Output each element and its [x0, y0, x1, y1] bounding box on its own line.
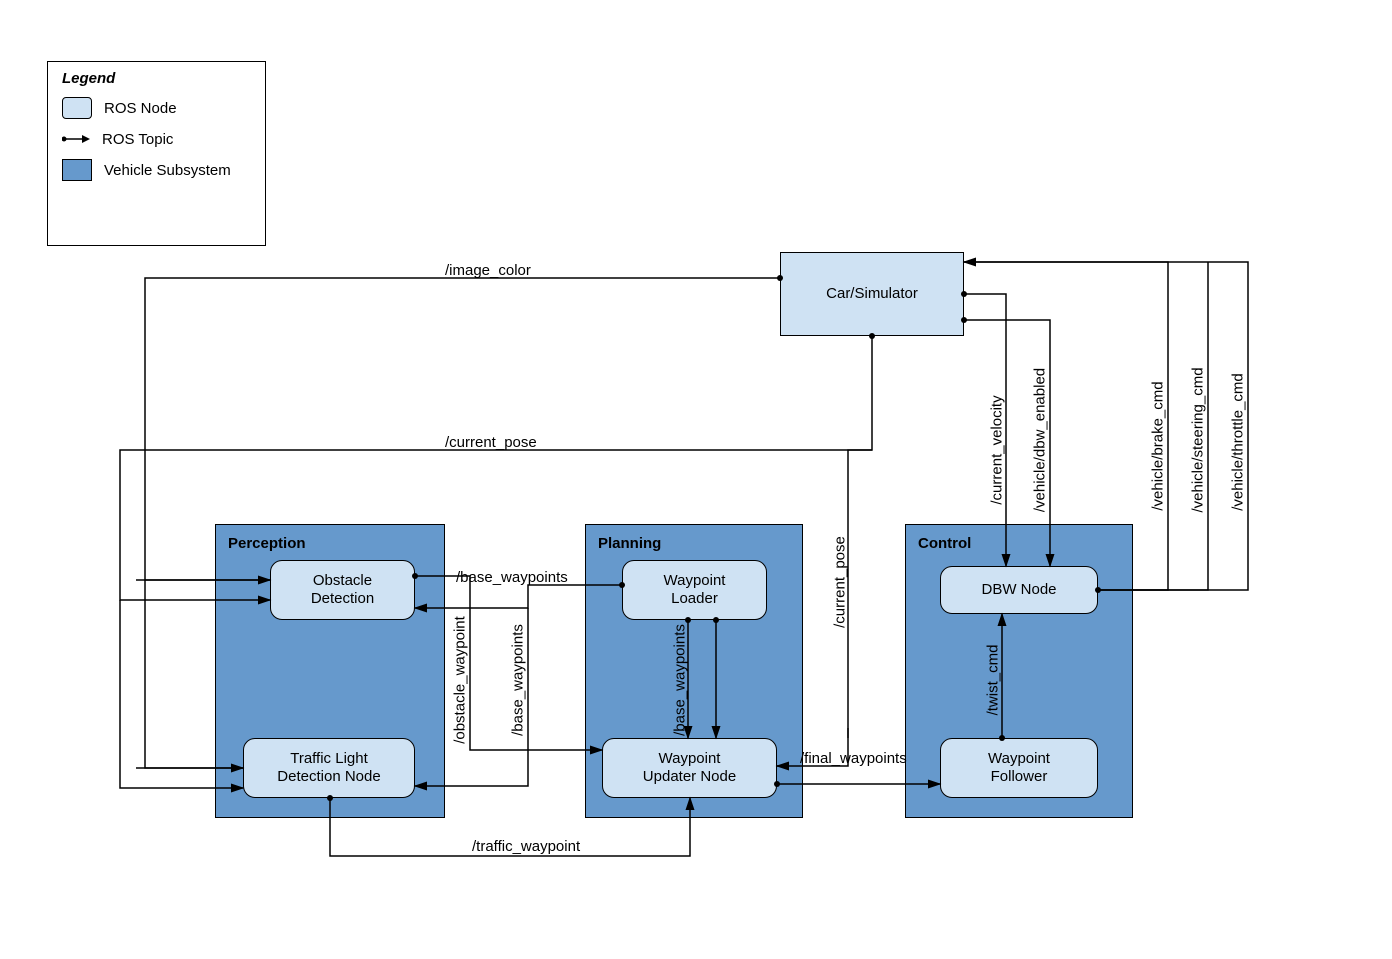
traffic-light-detection-node: Traffic Light Detection Node — [243, 738, 415, 798]
legend-row-ros-topic: ROS Topic — [62, 129, 251, 149]
legend-panel: Legend ROS Node ROS Topic Vehicle Subsys… — [47, 61, 266, 246]
ros-topic-swatch — [62, 129, 90, 149]
planning-title: Planning — [586, 525, 802, 562]
car-simulator-node: Car/Simulator — [780, 252, 964, 336]
legend-ros-topic-label: ROS Topic — [102, 131, 173, 148]
base-waypoints-2-label: /base_waypoints — [510, 624, 527, 736]
dbw-node: DBW Node — [940, 566, 1098, 614]
legend-row-vehicle-subsystem: Vehicle Subsystem — [62, 159, 251, 181]
base-waypoints-3-label: /base_waypoints — [672, 624, 689, 736]
twist-cmd-label: /twist_cmd — [985, 645, 1002, 716]
vehicle-subsystem-swatch — [62, 159, 92, 181]
waypoint-follower-node: Waypoint Follower — [940, 738, 1098, 798]
obstacle-waypoint-label: /obstacle_waypoint — [452, 616, 469, 744]
perception-title: Perception — [216, 525, 444, 562]
traffic-waypoint-label: /traffic_waypoint — [472, 838, 580, 855]
obstacle-detection-node: Obstacle Detection — [270, 560, 415, 620]
legend-row-ros-node: ROS Node — [62, 97, 251, 119]
base-waypoints-1-label: /base_waypoints — [456, 569, 568, 586]
waypoint-loader-node: Waypoint Loader — [622, 560, 767, 620]
current-velocity-label: /current_velocity — [989, 395, 1006, 504]
final-waypoints-label: /final_waypoints — [800, 750, 907, 767]
throttle-cmd-label: /vehicle/throttle_cmd — [1230, 373, 1247, 511]
ros-node-swatch — [62, 97, 92, 119]
legend-title: Legend — [62, 70, 251, 87]
image-color-label: /image_color — [445, 262, 531, 279]
current-pose-h-label: /current_pose — [445, 434, 537, 451]
brake-cmd-label: /vehicle/brake_cmd — [1150, 381, 1167, 510]
legend-vehicle-subsystem-label: Vehicle Subsystem — [104, 162, 231, 179]
current-pose-v-label: /current_pose — [832, 536, 849, 628]
dbw-enabled-label: /vehicle/dbw_enabled — [1032, 368, 1049, 512]
steering-cmd-label: /vehicle/steering_cmd — [1190, 367, 1207, 512]
waypoint-updater-node: Waypoint Updater Node — [602, 738, 777, 798]
control-title: Control — [906, 525, 1132, 562]
legend-ros-node-label: ROS Node — [104, 100, 177, 117]
